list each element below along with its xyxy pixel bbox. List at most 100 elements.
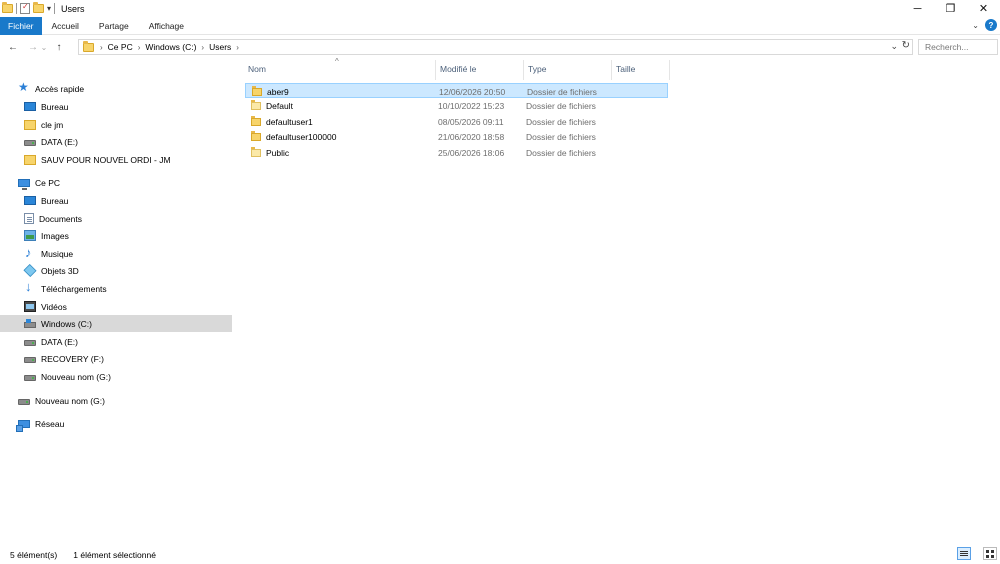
forward-button[interactable]: → [26,42,40,53]
nav-item[interactable]: cle jm [0,116,232,133]
videos-icon [24,301,36,312]
address-dropdown-icon[interactable]: ⌄ [890,41,898,52]
new-folder-icon[interactable] [33,2,44,13]
tab-affichage[interactable]: Affichage [139,17,194,35]
table-row[interactable]: defaultuser1 08/05/2026 09:11 Dossier de f… [245,114,668,129]
nav-item-label: Téléchargements [41,283,107,294]
folder-icon [252,85,262,96]
nav-item[interactable]: Bureau [0,98,232,115]
nav-item[interactable]: SAUV POUR NOUVEL ORDI - JM [0,151,232,168]
file-name-cell: aber9 [252,84,289,99]
nav-item-label: Bureau [41,101,69,112]
desktop-icon [24,196,36,205]
breadcrumb-separator[interactable]: › [236,43,239,52]
file-name-cell: Default [251,99,293,114]
nav-item-label: Musique [41,248,74,259]
details-view-icon[interactable] [957,547,971,560]
table-row[interactable]: defaultuser100000 21/06/2020 18:58 Dossier… [245,130,668,145]
properties-icon[interactable] [20,2,30,14]
file-name: Default [266,101,293,111]
help-icon[interactable]: ? [985,19,997,31]
network-icon [16,419,30,432]
breadcrumb-windows-c[interactable]: Windows (C:) [145,42,196,52]
music-icon [24,245,36,260]
address-bar[interactable]: › Ce PC › Windows (C:) › Users › ⌄ ↻ [78,39,913,55]
nav-item[interactable]: Objets 3D [0,262,232,279]
modified-date: 12/06/2026 20:50 [439,86,506,97]
nav-item[interactable]: Bureau [0,192,232,209]
star-icon [18,80,30,94]
nav-item-label: Documents [39,213,82,224]
nav-item-label: Accès rapide [35,83,85,94]
nav-item[interactable]: Musique [0,245,232,262]
drive-icon [24,340,36,346]
nav-item[interactable]: Documents [0,210,232,227]
breadcrumb-separator[interactable]: › [138,43,141,52]
file-name-cell: defaultuser1 [251,114,313,129]
navigation-bar: ← → ⌄ ↑ › Ce PC › Windows (C:) › Users ›… [0,37,1000,57]
table-row[interactable]: aber9 12/06/2026 20:50 Dossier de fichiers [245,83,668,98]
nav-item[interactable]: DATA (E:) [0,133,232,150]
nav-item[interactable]: Accès rapide [0,80,232,97]
ribbon-tabs: Fichier Accueil Partage Affichage ⌄ ? [0,16,1000,35]
folder-icon [251,100,261,110]
column-header-name[interactable]: Nom ^ [243,57,435,80]
nav-item-label: Vidéos [41,301,67,312]
tab-accueil[interactable]: Accueil [42,17,89,35]
refresh-icon[interactable]: ↻ [902,40,910,51]
breadcrumb-separator[interactable]: › [201,43,204,52]
file-name: defaultuser100000 [266,132,337,142]
nav-item-label: DATA (E:) [41,336,78,347]
drive-icon [24,140,36,146]
table-row[interactable]: Public 25/06/2026 18:06 Dossier de fichier… [245,145,668,160]
breadcrumb-users[interactable]: Users [209,42,231,52]
tab-fichier[interactable]: Fichier [0,16,42,35]
nav-item-label: SAUV POUR NOUVEL ORDI - JM [41,154,171,165]
nav-item-label: Ce PC [35,177,61,188]
column-divider[interactable] [669,60,670,80]
breadcrumb-ce-pc[interactable]: Ce PC [108,42,133,52]
expand-ribbon-icon[interactable]: ⌄ [972,21,979,30]
downloads-icon [24,279,36,294]
restore-button[interactable]: ❐ [934,0,967,17]
windows-drive-icon [24,319,36,328]
nav-item[interactable]: Images [0,227,232,244]
nav-item[interactable]: Vidéos [0,298,232,315]
file-name-cell: Public [251,145,289,160]
file-type: Dossier de fichiers [526,132,596,142]
nav-item[interactable]: RECOVERY (F:) [0,350,232,367]
nav-item-label: Bureau [41,195,69,206]
folder-icon[interactable] [2,2,13,13]
file-name: aber9 [267,86,289,97]
customize-toolbar-icon[interactable]: ▾ [47,4,51,13]
nav-item[interactable]: Téléchargements [0,279,232,297]
column-header-size[interactable]: Taille [611,58,669,80]
breadcrumb-separator[interactable]: › [100,43,103,52]
file-type: Dossier de fichiers [527,86,597,97]
up-button[interactable]: ↑ [52,42,66,53]
nav-item[interactable]: Nouveau nom (G:) [0,368,232,385]
quick-access-toolbar: ▾ [0,2,56,14]
toolbar-divider [16,3,17,14]
documents-icon [24,213,34,224]
nav-item[interactable]: Nouveau nom (G:) [0,392,232,409]
nav-item[interactable]: Windows (C:) [0,315,232,332]
minimize-button[interactable]: ─ [901,0,934,17]
column-header-modified[interactable]: Modifié le [435,58,523,80]
nav-item[interactable]: Réseau [0,415,232,432]
back-button[interactable]: ← [6,42,20,53]
nav-item[interactable]: DATA (E:) [0,333,232,350]
large-icons-view-icon[interactable] [983,547,997,560]
nav-item-label: RECOVERY (F:) [41,353,104,364]
search-input[interactable]: Recherch... [918,39,998,55]
nav-item[interactable]: Ce PC [0,174,232,191]
column-label: Modifié le [440,64,477,74]
tab-partage[interactable]: Partage [89,17,139,35]
file-list: Nom ^ Modifié le Type Taille aber9 12/06/… [243,57,1000,538]
recent-locations-button[interactable]: ⌄ [40,43,48,52]
close-button[interactable]: ✕ [967,0,1000,17]
column-header-type[interactable]: Type [523,58,611,80]
window-title: Users [61,3,85,14]
table-row[interactable]: Default 10/10/2022 15:23 Dossier de fichie… [245,99,668,114]
window-controls: ─ ❐ ✕ [901,0,1000,17]
